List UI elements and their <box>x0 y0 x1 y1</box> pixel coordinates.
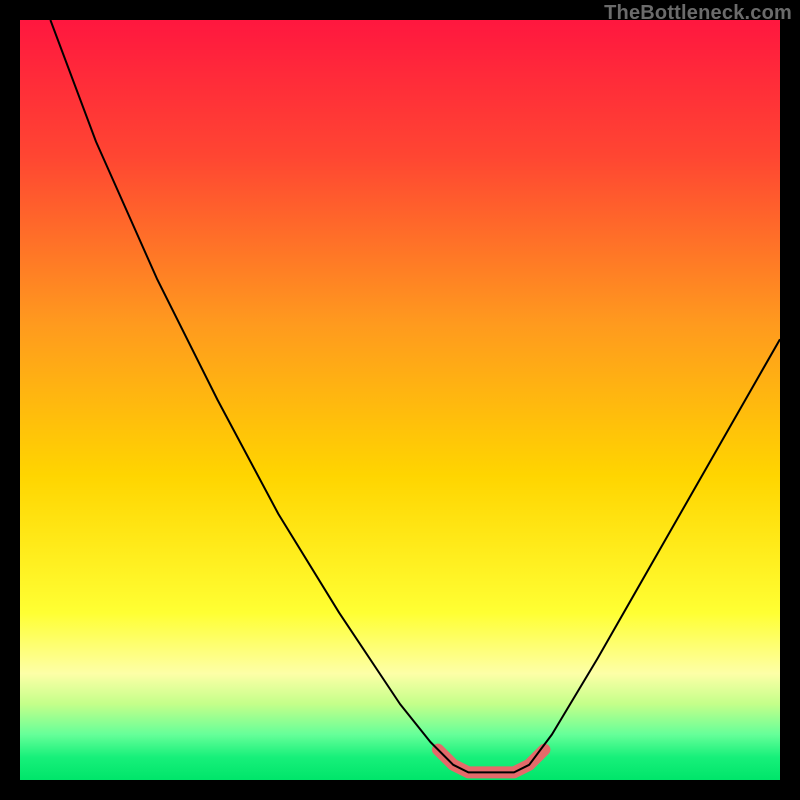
chart-stage: TheBottleneck.com <box>0 0 800 800</box>
chart-background <box>20 20 780 780</box>
chart-plot-area <box>20 20 780 780</box>
watermark-text: TheBottleneck.com <box>604 2 792 25</box>
chart-svg <box>20 20 780 780</box>
